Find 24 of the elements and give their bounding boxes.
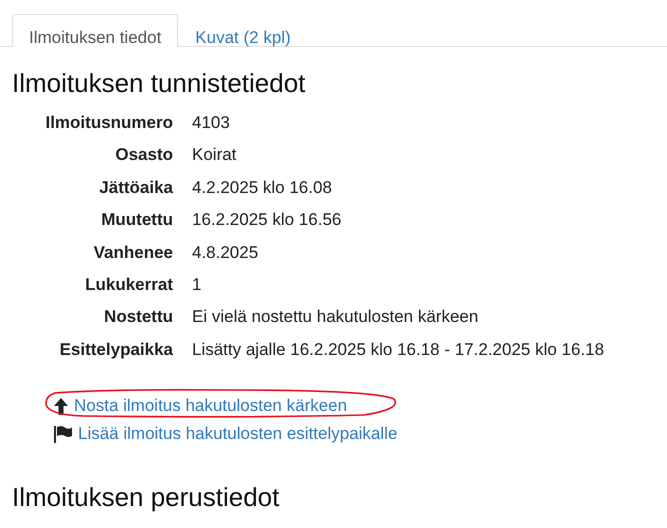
field-label: Esittelypaikka <box>58 338 173 361</box>
field-value: 4.8.2025 <box>192 242 260 264</box>
field-label: Lukukerrat <box>84 274 173 296</box>
action-link[interactable]: Nosta ilmoitus hakutulosten kärkeen <box>74 396 348 416</box>
tab[interactable]: Kuvat (2 kpl) <box>178 14 308 47</box>
field-value: 4.2.2025 klo 16.08 <box>192 176 333 199</box>
field-label: Vanhenee <box>92 242 173 264</box>
field-label: Nostettu <box>103 306 173 328</box>
field-value: 16.2.2025 klo 16.56 <box>192 209 342 232</box>
field-label: Osasto <box>114 144 173 166</box>
field-value: 4103 <box>192 112 231 134</box>
tab[interactable]: Ilmoituksen tiedot <box>12 14 178 47</box>
flag-icon <box>54 426 72 443</box>
section-heading: Ilmoituksen tunnistetiedot <box>12 67 306 99</box>
field-value: Ei vielä nostettu hakutulosten kärkeen <box>192 306 480 328</box>
field-value: Lisätty ajalle 16.2.2025 klo 16.18 - 17.2.2025 klo 16.18 <box>192 338 606 361</box>
field-label: Jättöaika <box>98 176 173 199</box>
arrow-up-icon <box>54 398 68 415</box>
field-label: Muutettu <box>100 209 173 232</box>
field-value: Koirat <box>192 144 238 166</box>
section-heading: Ilmoituksen perustiedot <box>12 481 280 514</box>
action-link[interactable]: Lisää ilmoitus hakutulosten esittelypaikalle <box>78 424 398 444</box>
field-value: 1 <box>192 274 202 296</box>
field-label: Ilmoitusnumero <box>44 112 173 134</box>
